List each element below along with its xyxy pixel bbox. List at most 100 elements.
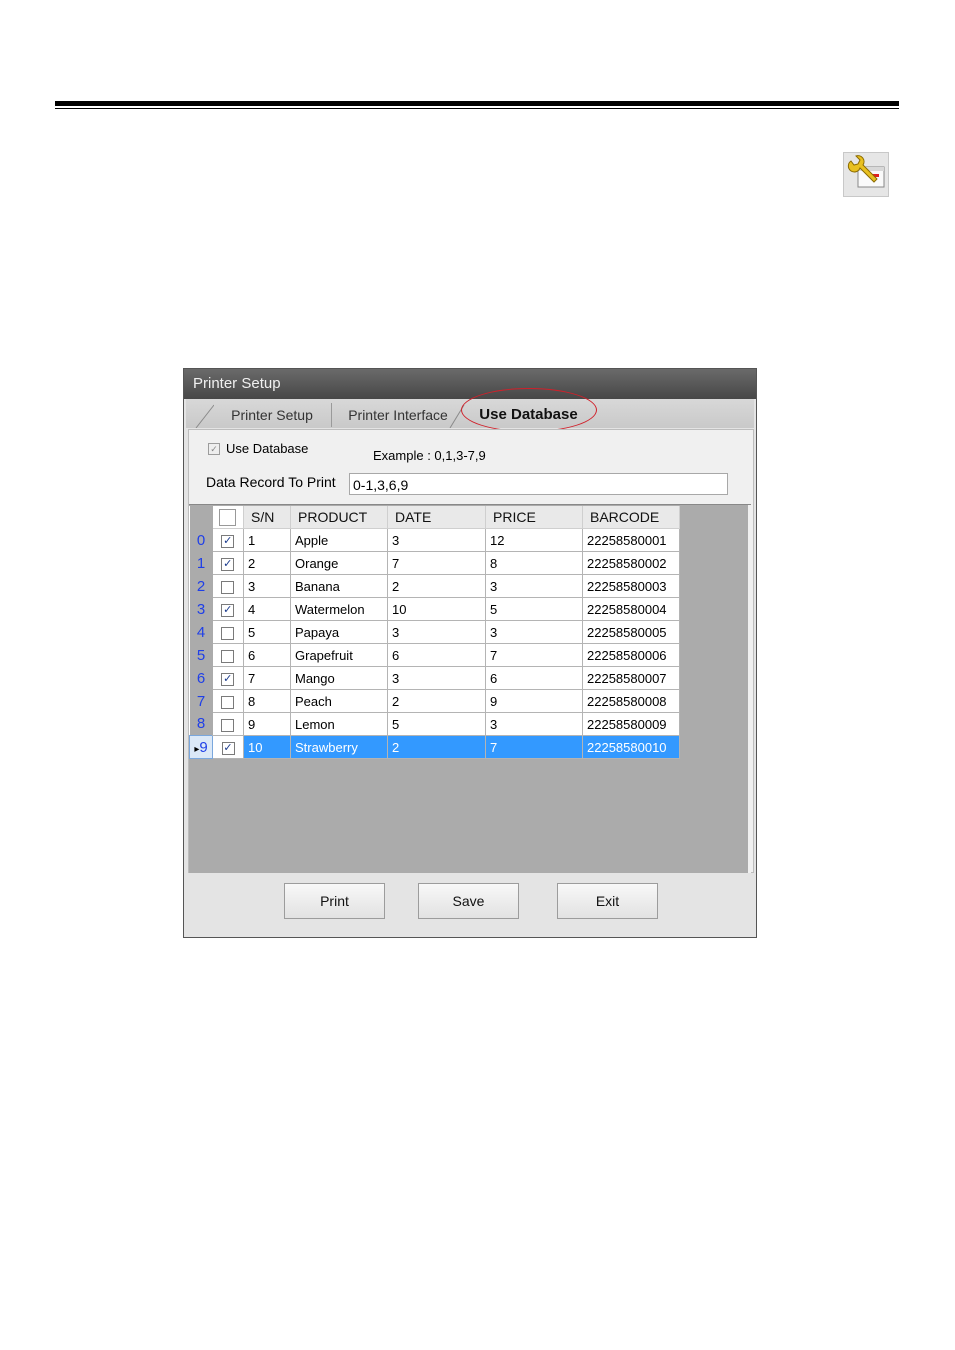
cell-sn[interactable]: 8 — [243, 689, 291, 713]
cell-barcode[interactable]: 22258580002 — [582, 551, 680, 575]
cell-product[interactable]: Apple — [290, 528, 388, 552]
tab-use-database[interactable]: Use Database — [465, 402, 592, 428]
table-row[interactable]: 1 2Orange7822258580002 — [189, 551, 680, 575]
cell-date[interactable]: 5 — [387, 712, 486, 736]
cell-barcode[interactable]: 22258580001 — [582, 528, 680, 552]
cell-sn[interactable]: 6 — [243, 643, 291, 667]
column-header-product[interactable]: PRODUCT — [290, 506, 388, 529]
row-index[interactable]: 2 — [189, 574, 213, 598]
cell-product[interactable]: Banana — [290, 574, 388, 598]
cell-product[interactable]: Orange — [290, 551, 388, 575]
cell-price[interactable]: 7 — [485, 643, 583, 667]
print-button[interactable]: Print — [284, 883, 385, 919]
data-table: S/N PRODUCT DATE PRICE BARCODE 01Apple31… — [189, 506, 680, 759]
row-checkbox[interactable] — [221, 695, 235, 709]
row-checkbox[interactable] — [221, 626, 235, 640]
row-index[interactable]: ▸9 — [189, 735, 213, 759]
cell-barcode[interactable]: 22258580010 — [582, 735, 680, 759]
table-row[interactable]: 4 5 Papaya 3 3 22258580005 — [189, 620, 680, 644]
cell-barcode[interactable]: 22258580006 — [582, 643, 680, 667]
table-row[interactable]: 3 4Watermelon10522258580004 — [189, 597, 680, 621]
tab-printer-setup[interactable]: Printer Setup — [212, 402, 332, 428]
table-row[interactable]: 0 1Apple31222258580001 — [189, 528, 680, 552]
cell-sn[interactable]: 10 — [243, 735, 291, 759]
row-index-label: 5 — [196, 646, 206, 664]
cell-date[interactable]: 2 — [387, 574, 486, 598]
cell-price[interactable]: 8 — [485, 551, 583, 575]
cell-price[interactable]: 7 — [485, 735, 583, 759]
cell-date[interactable]: 3 — [387, 666, 486, 690]
cell-date[interactable]: 3 — [387, 528, 486, 552]
cell-sn[interactable]: 9 — [243, 712, 291, 736]
row-checkbox[interactable] — [221, 580, 235, 594]
cell-barcode[interactable]: 22258580008 — [582, 689, 680, 713]
cell-sn[interactable]: 1 — [243, 528, 291, 552]
cell-sn[interactable]: 7 — [243, 666, 291, 690]
vertical-scrollbar[interactable] — [748, 505, 751, 873]
cell-barcode[interactable]: 22258580009 — [582, 712, 680, 736]
row-checkbox[interactable] — [221, 557, 235, 571]
cell-product[interactable]: Strawberry — [290, 735, 388, 759]
cell-date[interactable]: 2 — [387, 735, 486, 759]
button-bar: Print Save Exit — [184, 873, 756, 937]
cell-barcode[interactable]: 22258580005 — [582, 620, 680, 644]
row-checkbox[interactable] — [221, 672, 235, 686]
table-row[interactable]: 8 9 Lemon 5 3 22258580009 — [189, 712, 680, 736]
column-header-barcode[interactable]: BARCODE — [582, 506, 680, 529]
row-index[interactable]: 8 — [189, 712, 213, 736]
cell-price[interactable]: 3 — [485, 712, 583, 736]
row-index[interactable]: 0 — [189, 528, 213, 552]
cell-price[interactable]: 3 — [485, 620, 583, 644]
table-row[interactable]: ▸9 10Strawberry2722258580010 — [189, 735, 680, 759]
cell-sn[interactable]: 3 — [243, 574, 291, 598]
cell-barcode[interactable]: 22258580007 — [582, 666, 680, 690]
cell-barcode[interactable]: 22258580004 — [582, 597, 680, 621]
use-database-checkbox[interactable]: ✓ — [208, 442, 220, 455]
select-all-checkbox[interactable] — [219, 508, 237, 526]
column-header-sn[interactable]: S/N — [243, 506, 291, 529]
row-check-cell — [212, 597, 244, 621]
tab-printer-interface[interactable]: Printer Interface — [336, 402, 460, 428]
table-row[interactable]: 7 8 Peach 2 9 22258580008 — [189, 689, 680, 713]
cell-product[interactable]: Lemon — [290, 712, 388, 736]
cell-sn[interactable]: 4 — [243, 597, 291, 621]
row-checkbox[interactable] — [221, 718, 235, 732]
cell-product[interactable]: Grapefruit — [290, 643, 388, 667]
cell-date[interactable]: 10 — [387, 597, 486, 621]
cell-product[interactable]: Papaya — [290, 620, 388, 644]
column-header-date[interactable]: DATE — [387, 506, 486, 529]
cell-barcode[interactable]: 22258580003 — [582, 574, 680, 598]
save-button[interactable]: Save — [418, 883, 519, 919]
table-row[interactable]: 2 3 Banana 2 3 22258580003 — [189, 574, 680, 598]
cell-price[interactable]: 9 — [485, 689, 583, 713]
cell-sn[interactable]: 2 — [243, 551, 291, 575]
cell-date[interactable]: 7 — [387, 551, 486, 575]
exit-button[interactable]: Exit — [557, 883, 658, 919]
use-database-option[interactable]: ✓ Use Database — [208, 441, 308, 456]
cell-product[interactable]: Watermelon — [290, 597, 388, 621]
row-checkbox[interactable] — [221, 741, 235, 755]
table-row[interactable]: 5 6 Grapefruit 6 7 22258580006 — [189, 643, 680, 667]
cell-price[interactable]: 12 — [485, 528, 583, 552]
row-index[interactable]: 3 — [189, 597, 213, 621]
cell-date[interactable]: 2 — [387, 689, 486, 713]
cell-date[interactable]: 3 — [387, 620, 486, 644]
row-index[interactable]: 1 — [189, 551, 213, 575]
row-index[interactable]: 5 — [189, 643, 213, 667]
row-index[interactable]: 7 — [189, 689, 213, 713]
cell-product[interactable]: Mango — [290, 666, 388, 690]
row-checkbox[interactable] — [221, 649, 235, 663]
row-index[interactable]: 4 — [189, 620, 213, 644]
row-checkbox[interactable] — [221, 603, 235, 617]
cell-price[interactable]: 6 — [485, 666, 583, 690]
cell-sn[interactable]: 5 — [243, 620, 291, 644]
cell-product[interactable]: Peach — [290, 689, 388, 713]
cell-date[interactable]: 6 — [387, 643, 486, 667]
record-input[interactable]: 0-1,3,6,9 — [349, 473, 728, 495]
row-index[interactable]: 6 — [189, 666, 213, 690]
cell-price[interactable]: 3 — [485, 574, 583, 598]
column-header-price[interactable]: PRICE — [485, 506, 583, 529]
table-row[interactable]: 67Mango3622258580007 — [189, 666, 680, 690]
cell-price[interactable]: 5 — [485, 597, 583, 621]
row-checkbox[interactable] — [221, 534, 235, 548]
